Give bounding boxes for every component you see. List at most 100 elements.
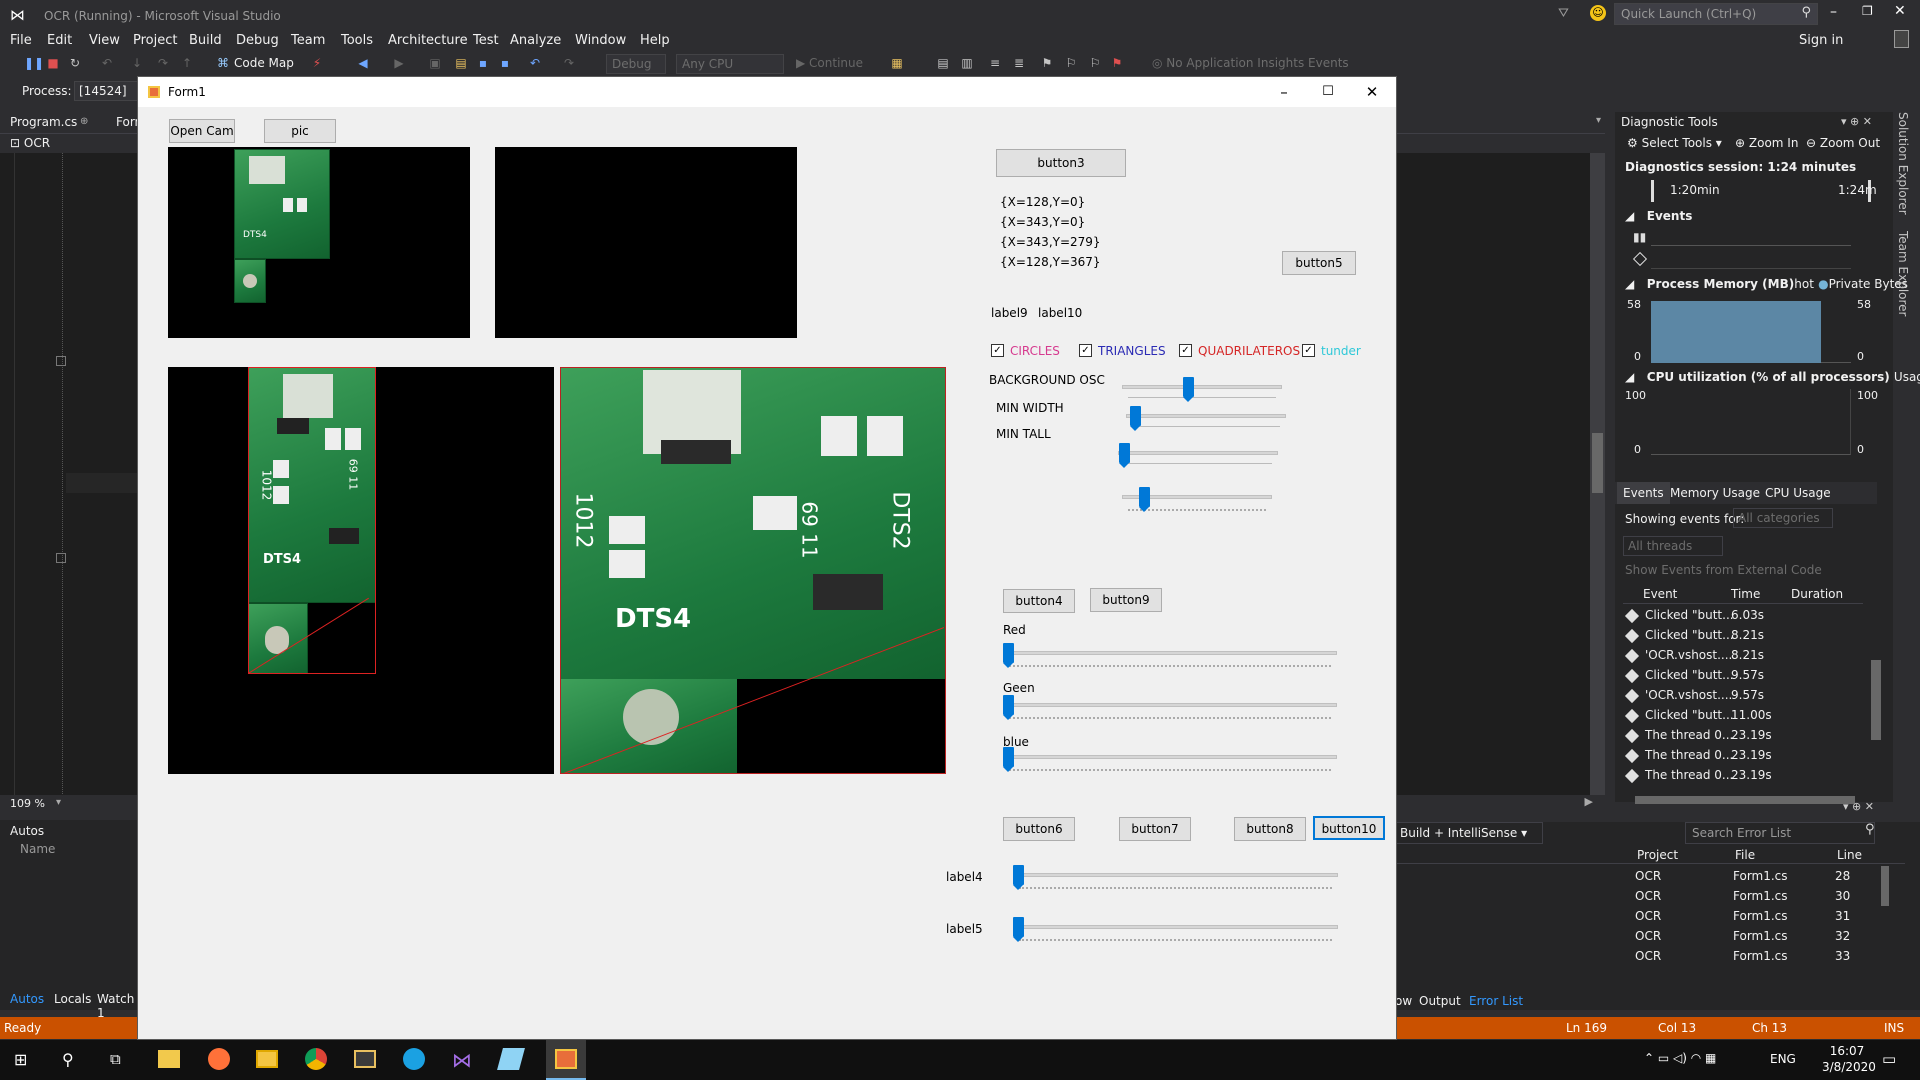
event-row[interactable]: Clicked "butt... 8.21s bbox=[1623, 626, 1863, 646]
stop-icon[interactable]: ■ bbox=[46, 56, 60, 70]
menu-project[interactable]: Project bbox=[133, 33, 177, 48]
form-close-button[interactable]: ✕ bbox=[1352, 82, 1392, 102]
clock-time[interactable]: 16:07 bbox=[1822, 1044, 1872, 1058]
solution-explorer-tab[interactable]: Solution Explorer bbox=[1896, 112, 1910, 215]
blue-slider[interactable] bbox=[1003, 747, 1337, 773]
min-width-slider[interactable] bbox=[1126, 406, 1286, 432]
step-into-icon[interactable]: ↓ bbox=[130, 56, 144, 70]
zoom-level[interactable]: 109 % bbox=[10, 797, 45, 810]
project-dropdown[interactable]: ⊡ OCR bbox=[10, 136, 50, 150]
col-project[interactable]: Project bbox=[1637, 848, 1678, 862]
event-row[interactable]: The thread 0... 23.19s bbox=[1623, 766, 1863, 786]
memory-section-header[interactable]: ◢ Process Memory (MB)hot ●Private Bytes bbox=[1625, 277, 1908, 291]
zoom-out-button[interactable]: ⊖ Zoom Out bbox=[1806, 136, 1880, 150]
exception-icon[interactable]: ⚡ bbox=[310, 56, 324, 70]
error-row[interactable]: OCR Form1.cs 33 bbox=[1395, 946, 1875, 966]
slider-thumb[interactable] bbox=[1119, 443, 1131, 468]
configuration-dropdown[interactable]: Debug bbox=[606, 54, 666, 74]
save-all-icon[interactable]: ▪ bbox=[498, 56, 512, 70]
process-dropdown[interactable]: [14524] OC bbox=[74, 81, 140, 101]
slider-thumb[interactable] bbox=[1013, 917, 1024, 942]
scrollbar-thumb[interactable] bbox=[1592, 433, 1603, 493]
collapse-icon[interactable] bbox=[56, 553, 66, 563]
menu-architecture[interactable]: Architecture bbox=[388, 33, 468, 48]
min-tall-slider[interactable] bbox=[1118, 443, 1278, 469]
menu-test[interactable]: Test bbox=[473, 33, 499, 48]
slider-thumb[interactable] bbox=[1138, 487, 1150, 512]
slider-track[interactable] bbox=[1003, 651, 1337, 655]
contour-picturebox[interactable]: 1012 DTS4 69 11 bbox=[168, 367, 554, 774]
media-icon[interactable] bbox=[354, 1050, 376, 1068]
zoom-in-button[interactable]: ⊕ Zoom In bbox=[1735, 136, 1798, 150]
pin-icon[interactable]: ⊕ bbox=[80, 116, 88, 127]
form-maximize-button[interactable]: ☐ bbox=[1308, 82, 1348, 102]
thread-filter-dropdown[interactable]: All threads bbox=[1623, 536, 1723, 556]
event-row[interactable]: 'OCR.vshost.... 8.21s bbox=[1623, 646, 1863, 666]
pic-button[interactable]: pic bbox=[264, 119, 336, 143]
edge-icon[interactable] bbox=[403, 1048, 425, 1070]
slider-track[interactable] bbox=[1003, 755, 1337, 759]
folder-icon[interactable] bbox=[256, 1050, 278, 1068]
language-indicator[interactable]: ENG bbox=[1770, 1052, 1796, 1066]
event-row[interactable]: The thread 0... 23.19s bbox=[1623, 726, 1863, 746]
filter-icon[interactable]: ⛛ bbox=[1558, 6, 1569, 21]
tab-memory-usage[interactable]: Memory Usage bbox=[1670, 486, 1760, 500]
label4-slider[interactable] bbox=[1013, 865, 1338, 891]
account-icon[interactable] bbox=[1894, 30, 1909, 48]
tab-locals[interactable]: Locals bbox=[54, 992, 91, 1006]
tab-window[interactable]: ow bbox=[1395, 994, 1412, 1008]
menu-team[interactable]: Team bbox=[291, 33, 325, 48]
tab-overflow-icon[interactable]: ▾ bbox=[1596, 115, 1601, 126]
warped-picturebox[interactable]: 1012 DTS4 DTS2 69 11 bbox=[560, 367, 946, 774]
windows-start-icon[interactable]: ⊞ bbox=[14, 1050, 27, 1069]
slider-thumb[interactable] bbox=[1003, 695, 1014, 720]
camera-picturebox[interactable]: DTS4 bbox=[168, 147, 470, 338]
navigate-forward-icon[interactable]: ▶ bbox=[392, 56, 406, 70]
menu-tools[interactable]: Tools bbox=[341, 33, 373, 48]
platform-dropdown[interactable]: Any CPU bbox=[676, 54, 784, 74]
menu-help[interactable]: Help bbox=[640, 33, 670, 48]
task-view-icon[interactable]: ⧉ bbox=[110, 1050, 121, 1068]
form-minimize-button[interactable]: – bbox=[1264, 82, 1304, 102]
slider-thumb[interactable] bbox=[1013, 865, 1024, 890]
horizontal-scroll-area[interactable]: ▶ bbox=[1397, 795, 1605, 813]
visual-studio-taskbar-icon[interactable]: ⋈ bbox=[452, 1048, 472, 1072]
slider-thumb[interactable] bbox=[1003, 747, 1014, 772]
menu-edit[interactable]: Edit bbox=[47, 33, 72, 48]
panel-options-icons[interactable]: ▾ ⊕ ✕ bbox=[1843, 800, 1874, 813]
green-slider[interactable] bbox=[1003, 695, 1337, 721]
col-line[interactable]: Line bbox=[1837, 848, 1862, 862]
pause-icon[interactable]: ❚❚ bbox=[24, 56, 44, 70]
open-file-icon[interactable]: ▤ bbox=[454, 56, 468, 70]
toolbox-icon[interactable]: ▦ bbox=[890, 56, 904, 70]
slider-thumb[interactable] bbox=[1003, 643, 1014, 668]
events-scrollbar[interactable] bbox=[1871, 660, 1881, 740]
menu-file[interactable]: File bbox=[10, 33, 32, 48]
menu-window[interactable]: Window bbox=[575, 33, 626, 48]
error-row[interactable]: OCR Form1.cs 30 bbox=[1395, 886, 1875, 906]
slider-track[interactable] bbox=[1126, 414, 1286, 418]
menu-build[interactable]: Build bbox=[189, 33, 222, 48]
events-section-header[interactable]: ◢ Events bbox=[1625, 209, 1692, 223]
processed-picturebox[interactable] bbox=[495, 147, 797, 338]
zoom-dropdown-icon[interactable]: ▾ bbox=[56, 797, 61, 808]
button4[interactable]: button4 bbox=[1003, 589, 1075, 613]
checkbox-triangles[interactable]: ✓ TRIANGLES bbox=[1079, 344, 1166, 358]
navigate-back-icon[interactable]: ◀ bbox=[356, 56, 370, 70]
category-filter-dropdown[interactable]: All categories bbox=[1733, 508, 1833, 528]
clock-date[interactable]: 3/8/2020 bbox=[1822, 1060, 1876, 1074]
show-next-statement-icon[interactable]: ↶ bbox=[100, 56, 114, 70]
bookmark-icon[interactable]: ⚑ bbox=[1040, 56, 1054, 70]
open-cam-button[interactable]: Open Cam bbox=[169, 119, 235, 143]
slider-thumb[interactable] bbox=[1183, 377, 1195, 402]
comment-icon[interactable]: ▤ bbox=[936, 56, 950, 70]
next-bookmark-icon[interactable]: ⚐ bbox=[1088, 56, 1102, 70]
col-file[interactable]: File bbox=[1735, 848, 1755, 862]
select-tools-button[interactable]: ⚙ Select Tools ▾ bbox=[1627, 136, 1722, 150]
redo-icon[interactable]: ↷ bbox=[562, 56, 576, 70]
name-column[interactable]: Name bbox=[20, 842, 55, 856]
app-icon[interactable] bbox=[497, 1048, 525, 1070]
event-row[interactable]: Clicked "butt... 9.57s bbox=[1623, 666, 1863, 686]
button3[interactable]: button3 bbox=[996, 149, 1126, 177]
checkbox-quadrilateros[interactable]: ✓ QUADRILATEROS bbox=[1179, 344, 1300, 358]
